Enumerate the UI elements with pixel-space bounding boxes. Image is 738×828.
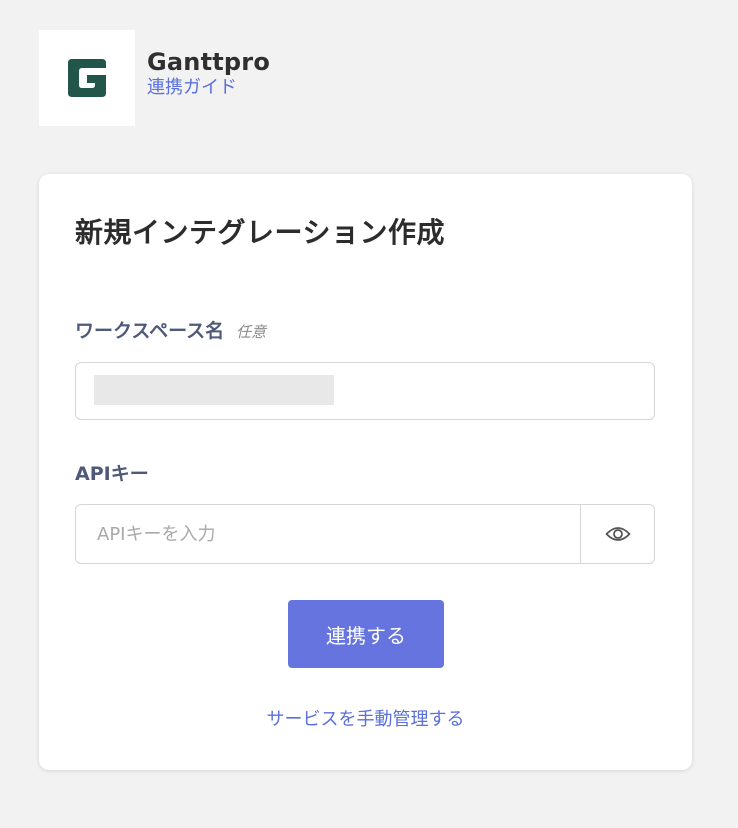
app-header: Ganttpro 連携ガイド (39, 30, 270, 126)
api-key-input[interactable] (76, 505, 580, 563)
manual-manage-link[interactable]: サービスを手動管理する (39, 705, 692, 731)
api-key-input-group (75, 504, 655, 564)
eye-icon (605, 527, 630, 541)
redacted-workspace-value (94, 375, 334, 405)
toggle-visibility-button[interactable] (580, 505, 654, 563)
ganttpro-logo-icon (68, 59, 106, 97)
api-key-label: APIキー (75, 463, 149, 485)
api-key-label-row: APIキー (75, 459, 149, 486)
workspace-label-row: ワークスペース名 任意 (75, 316, 266, 343)
integration-guide-link[interactable]: 連携ガイド (147, 77, 237, 99)
ganttpro-logo (39, 30, 135, 126)
workspace-name-label: ワークスペース名 (75, 320, 225, 342)
workspace-name-input[interactable] (75, 362, 655, 420)
optional-tag: 任意 (236, 323, 267, 341)
integration-form-card: 新規インテグレーション作成 ワークスペース名 任意 APIキー 連携する サービ… (39, 174, 692, 770)
app-meta: Ganttpro 連携ガイド (147, 47, 270, 99)
connect-button[interactable]: 連携する (288, 600, 444, 668)
app-name: Ganttpro (147, 48, 271, 76)
page-title: 新規インテグレーション作成 (75, 216, 445, 249)
